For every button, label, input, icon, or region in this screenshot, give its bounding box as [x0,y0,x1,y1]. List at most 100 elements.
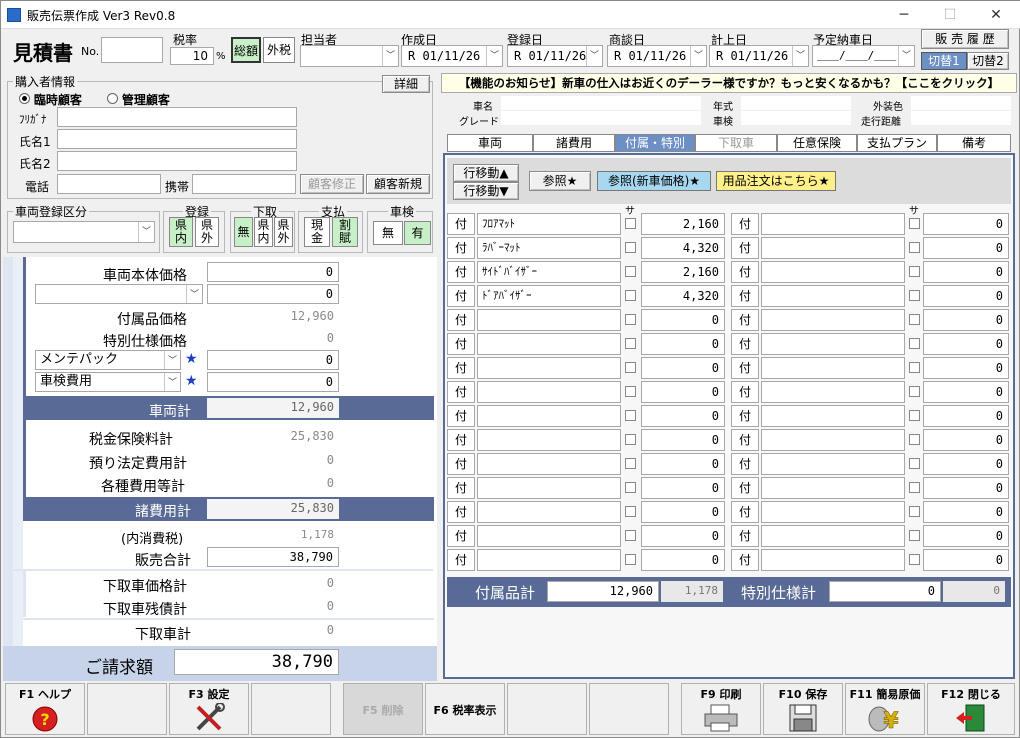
fkey-8-button[interactable] [589,683,669,735]
switch2-button[interactable]: 切替2 [967,52,1009,70]
item-price-field[interactable]: 0 [923,357,1009,379]
fkey-2-button[interactable] [87,683,167,735]
item-price-field[interactable]: 0 [923,261,1009,283]
item-name-field[interactable] [761,333,905,355]
registered-date-field[interactable]: R 01/11/26 ﹀ [507,45,603,67]
item-name-field[interactable] [477,309,621,331]
sales-history-button[interactable]: 販 売 履 歴 [921,29,1009,49]
item-name-field[interactable] [761,477,905,499]
item-price-field[interactable]: 0 [641,357,725,379]
radio-temp-customer[interactable]: 臨時顧客 [19,91,82,108]
tab-fees[interactable]: 諸費用 [533,134,615,152]
fkey-10-button[interactable]: F10 保存 [763,683,843,735]
item-price-field[interactable]: 0 [641,453,725,475]
fkey-1-button[interactable]: F1 ヘルプ? [5,683,85,735]
delivery-date-field[interactable]: ＿＿/＿＿/＿＿ ﹀ [812,45,915,67]
item-name-field[interactable] [761,357,905,379]
item-name-field[interactable] [761,213,905,235]
sa-checkbox[interactable] [909,386,920,397]
item-price-field[interactable]: 0 [923,429,1009,451]
tab-tradein[interactable]: 下取車 [695,134,777,152]
body-price-field[interactable]: 0 [207,262,339,282]
sa-checkbox[interactable] [625,242,636,253]
item-name-field[interactable] [477,333,621,355]
fkey-4-button[interactable] [251,683,331,735]
inspection-select[interactable]: 車検費用 ﹀ [35,372,181,392]
pay-cash-toggle[interactable]: 現 金 [304,217,330,247]
item-name-field[interactable] [477,381,621,403]
item-name-field[interactable] [761,525,905,547]
sa-checkbox[interactable] [625,362,636,373]
extra-price-select[interactable]: ﹀ [35,284,203,304]
sa-checkbox[interactable] [625,458,636,469]
item-name-field[interactable] [477,405,621,427]
item-name-field[interactable] [477,525,621,547]
tab-notes[interactable]: 備考 [937,134,1011,152]
item-name-field[interactable] [761,453,905,475]
sa-checkbox[interactable] [909,362,920,373]
sa-checkbox[interactable] [909,290,920,301]
item-price-field[interactable]: 0 [641,429,725,451]
sa-checkbox[interactable] [625,314,636,325]
sa-checkbox[interactable] [625,506,636,517]
pay-installment-toggle[interactable]: 割 賦 [332,217,358,247]
item-price-field[interactable]: 0 [923,549,1009,571]
item-price-field[interactable]: 0 [641,525,725,547]
detail-button[interactable]: 詳細 [382,75,430,93]
item-name-field[interactable] [477,357,621,379]
radio-managed-customer[interactable]: 管理顧客 [107,91,170,108]
item-price-field[interactable]: 0 [923,501,1009,523]
item-price-field[interactable]: 0 [641,405,725,427]
mobile-field[interactable] [192,174,296,194]
close-button[interactable]: ✕ [973,1,1019,29]
item-name-field[interactable]: ﾌﾛｱﾏｯﾄ [477,213,621,235]
order-accessories-button[interactable]: 用品注文はこちら★ [716,171,836,191]
item-price-field[interactable]: 0 [923,381,1009,403]
sa-checkbox[interactable] [909,434,920,445]
sa-checkbox[interactable] [625,338,636,349]
tab-accessories[interactable]: 付属・特別 [615,134,695,152]
sa-checkbox[interactable] [909,530,920,541]
move-up-button[interactable]: 行移動▲ [453,164,519,182]
maintenance-field[interactable]: 0 [207,350,339,370]
item-name-field[interactable] [761,405,905,427]
switch1-button[interactable]: 切替1 [921,52,967,70]
item-price-field[interactable]: 0 [923,309,1009,331]
maintenance-select[interactable]: メンテパック ﹀ [35,350,181,370]
sa-checkbox[interactable] [909,554,920,565]
tab-vehicle[interactable]: 車両 [447,134,533,152]
item-price-field[interactable]: 0 [923,453,1009,475]
extra-price-field[interactable]: 0 [207,284,339,304]
edit-customer-button[interactable]: 顧客修正 [300,174,364,194]
sa-checkbox[interactable] [909,338,920,349]
fkey-3-button[interactable]: F3 設定 [169,683,249,735]
item-price-field[interactable]: 0 [641,309,725,331]
item-price-field[interactable]: 0 [923,477,1009,499]
sa-checkbox[interactable] [625,410,636,421]
sa-checkbox[interactable] [625,530,636,541]
sa-checkbox[interactable] [625,266,636,277]
item-name-field[interactable] [761,309,905,331]
item-price-field[interactable]: 0 [923,333,1009,355]
inspect-yes-toggle[interactable]: 有 [404,221,431,245]
maximize-button[interactable]: ☐ [927,1,973,29]
item-name-field[interactable] [477,477,621,499]
sa-checkbox[interactable] [625,218,636,229]
sa-checkbox[interactable] [909,314,920,325]
fkey-9-button[interactable]: F9 印刷 [681,683,761,735]
item-name-field[interactable] [761,237,905,259]
item-name-field[interactable]: ｻｲﾄﾞﾊﾞｲｻﾞｰ [477,261,621,283]
item-name-field[interactable] [477,549,621,571]
sa-checkbox[interactable] [909,218,920,229]
item-name-field[interactable] [477,501,621,523]
notice-banner[interactable]: 【機能のお知らせ】新車の仕入はお近くのデーラー様ですか？もっと安くなるかも？【こ… [441,73,1017,93]
reg-in-pref-toggle[interactable]: 県 内 [169,217,193,247]
trade-none-toggle[interactable]: 無 [234,217,253,247]
sa-checkbox[interactable] [909,410,920,421]
tax-mode-excl-button[interactable]: 外税 [263,37,295,63]
item-name-field[interactable] [761,501,905,523]
sa-checkbox[interactable] [625,434,636,445]
item-price-field[interactable]: 2,160 [641,261,725,283]
item-price-field[interactable]: 0 [923,213,1009,235]
trade-out-pref-toggle[interactable]: 県 外 [274,217,293,247]
